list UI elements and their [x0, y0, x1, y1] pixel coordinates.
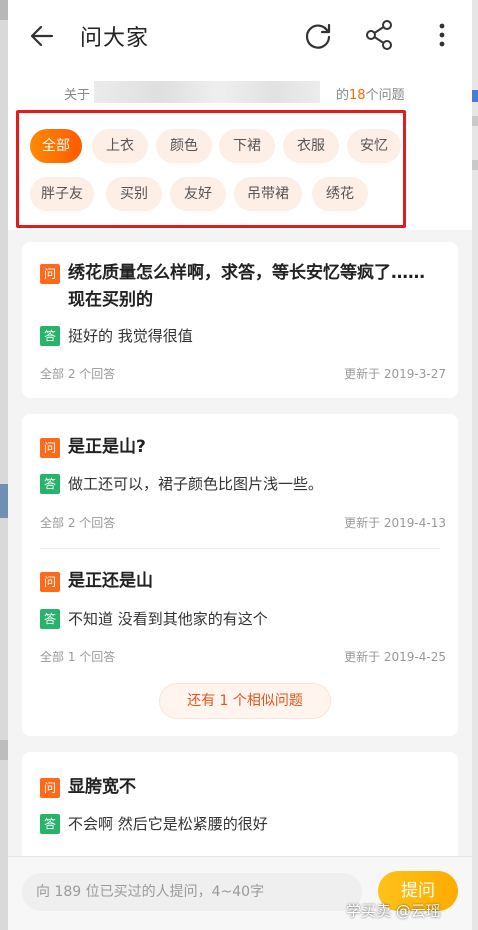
answer-count: 全部 2 个回答 [40, 367, 116, 381]
tag-plus-size[interactable]: 胖子友 [30, 177, 94, 211]
answer-badge: 答 [40, 609, 60, 629]
tag-color[interactable]: 颜色 [156, 129, 212, 163]
tag-clothes[interactable]: 衣服 [283, 129, 339, 163]
answer-text: 挺好的 我觉得很值 [68, 327, 193, 345]
answer-row: 答 挺好的 我觉得很值 [40, 326, 193, 346]
tag-embroidery[interactable]: 绣花 [312, 177, 368, 211]
question-text: 是正是山? [68, 437, 146, 457]
question-row: 问 显胯宽不 [40, 777, 136, 801]
tag-slip-dress[interactable]: 吊带裙 [234, 177, 302, 211]
answer-count: 全部 1 个回答 [40, 650, 116, 664]
tag-highlight-frame: 全部 上衣 颜色 下裙 衣服 安忆 胖子友 买别 友好 吊带裙 绣花 [16, 110, 406, 228]
updated-date: 更新于 2019-4-25 [344, 650, 446, 664]
app-screen: 问大家 关于 的18个问题 全部 上衣 颜色 下裙 衣服 安忆 胖子友 买别 友… [8, 0, 472, 930]
back-arrow-icon[interactable] [28, 22, 56, 50]
watermark: 学买卖 @云瑶 [346, 902, 441, 920]
answer-count: 全部 2 个回答 [40, 516, 116, 530]
background-desktop-strip [0, 0, 8, 930]
ask-question-input[interactable] [22, 873, 362, 911]
question-badge: 问 [40, 438, 60, 458]
tag-friendly[interactable]: 友好 [170, 177, 226, 211]
answer-row: 答 不知道 没看到其他家的有这个 [40, 609, 268, 629]
tag-anyi[interactable]: 安忆 [347, 129, 401, 163]
question-row: 问 绣花质量怎么样啊，求答，等长安忆等疯了……现在买别的 [40, 263, 440, 314]
tag-skirt[interactable]: 下裙 [219, 129, 275, 163]
question-count: 18 [349, 88, 366, 103]
updated-date: 更新于 2019-4-13 [344, 516, 446, 530]
tag-buy-other[interactable]: 买别 [106, 177, 162, 211]
answer-text: 做工还可以，裙子颜色比图片浅一些。 [68, 475, 324, 493]
answer-badge: 答 [40, 814, 60, 834]
question-badge: 问 [40, 778, 60, 798]
question-badge: 问 [40, 264, 60, 284]
refresh-icon[interactable] [302, 19, 334, 51]
question-text: 是正还是山 [68, 571, 153, 591]
updated-date: 更新于 2019-3-27 [344, 367, 446, 381]
answer-row: 答 不会啊 然后它是松紧腰的很好 [40, 814, 268, 834]
about-prefix: 关于 [64, 88, 91, 103]
answer-row: 答 做工还可以，裙子颜色比图片浅一些。 [40, 474, 323, 494]
divider [40, 548, 440, 549]
answer-text: 不知道 没看到其他家的有这个 [68, 610, 268, 628]
question-badge: 问 [40, 572, 60, 592]
background-desktop-strip-right [472, 0, 478, 930]
question-count-line: 关于 的18个问题 [8, 81, 472, 103]
answer-text: 不会啊 然后它是松紧腰的很好 [68, 815, 268, 833]
tag-all[interactable]: 全部 [30, 129, 82, 163]
question-filter-section: 关于 的18个问题 全部 上衣 颜色 下裙 衣服 安忆 胖子友 买别 友好 吊带… [8, 72, 472, 230]
question-row: 问 是正是山? [40, 437, 146, 461]
answer-badge: 答 [40, 326, 60, 346]
tag-top[interactable]: 上衣 [92, 129, 148, 163]
share-icon[interactable] [364, 19, 394, 51]
answer-badge: 答 [40, 474, 60, 494]
page-title: 问大家 [80, 26, 150, 51]
blurred-product-name [94, 81, 320, 103]
more-similar-questions-button[interactable]: 还有 1 个相似问题 [160, 684, 330, 718]
question-text: 绣花质量怎么样啊，求答，等长安忆等疯了……现在买别的 [68, 263, 425, 310]
about-suffix: 的18个问题 [336, 88, 405, 103]
question-card[interactable]: 问 绣花质量怎么样啊，求答，等长安忆等疯了……现在买别的 答 挺好的 我觉得很值… [22, 242, 458, 398]
more-options-icon[interactable] [428, 21, 456, 49]
header-bar: 问大家 [8, 0, 472, 72]
question-row: 问 是正还是山 [40, 571, 153, 595]
question-group-card: 问 是正是山? 答 做工还可以，裙子颜色比图片浅一些。 全部 2 个回答 更新于… [22, 414, 458, 736]
question-text: 显胯宽不 [68, 777, 136, 797]
